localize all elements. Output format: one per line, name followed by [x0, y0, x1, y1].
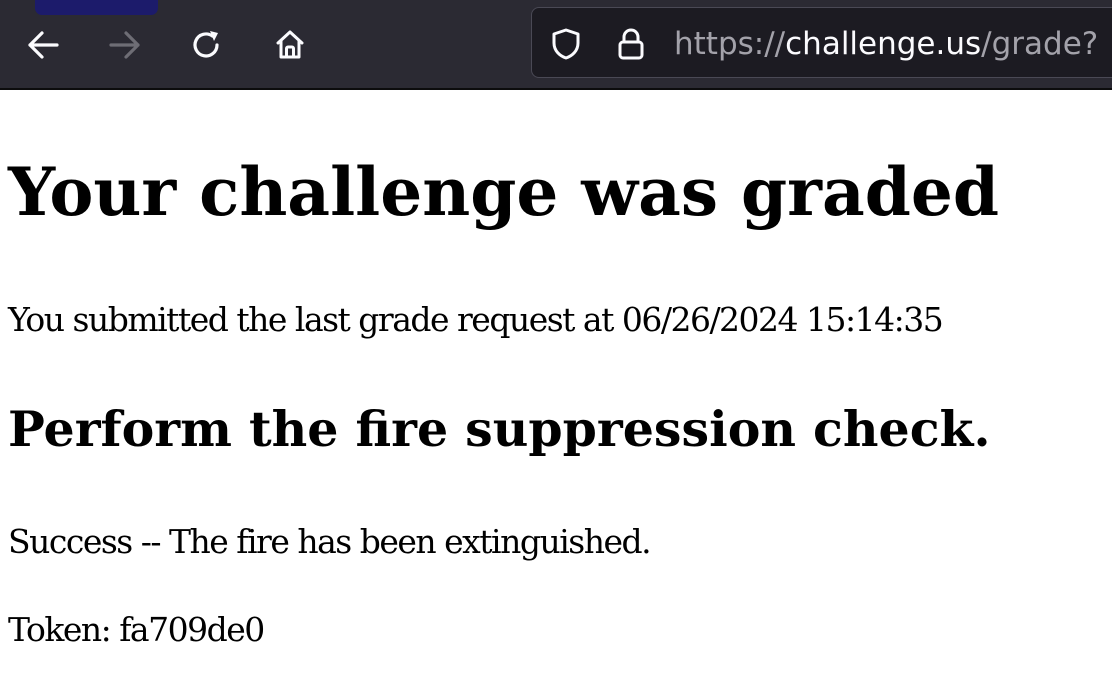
- url-text[interactable]: https://challenge.us/grade?: [674, 24, 1098, 64]
- reload-icon: [190, 28, 224, 62]
- browser-toolbar: https://challenge.us/grade?: [0, 0, 1112, 90]
- reload-button[interactable]: [184, 22, 230, 68]
- check-heading: Perform the fire suppression check.: [8, 400, 991, 458]
- tracking-protection-shield-icon[interactable]: [550, 27, 582, 61]
- active-tab-indicator[interactable]: [35, 0, 158, 15]
- back-arrow-icon: [26, 30, 60, 60]
- token-text: Token: fa709de0: [8, 610, 265, 649]
- home-button[interactable]: [267, 22, 313, 68]
- url-host: challenge.us: [785, 26, 982, 62]
- forward-button[interactable]: [102, 22, 148, 68]
- url-path: /grade?: [981, 26, 1099, 62]
- url-scheme: https://: [674, 26, 786, 62]
- lock-icon[interactable]: [616, 27, 646, 61]
- forward-arrow-icon: [108, 30, 142, 60]
- check-result-text: Success -- The fire has been extinguishe…: [8, 522, 652, 561]
- home-icon: [273, 28, 307, 62]
- address-bar[interactable]: https://challenge.us/grade?: [531, 7, 1112, 78]
- page-title: Your challenge was graded: [8, 153, 999, 231]
- back-button[interactable]: [20, 22, 66, 68]
- submission-timestamp-text: You submitted the last grade request at …: [8, 300, 944, 339]
